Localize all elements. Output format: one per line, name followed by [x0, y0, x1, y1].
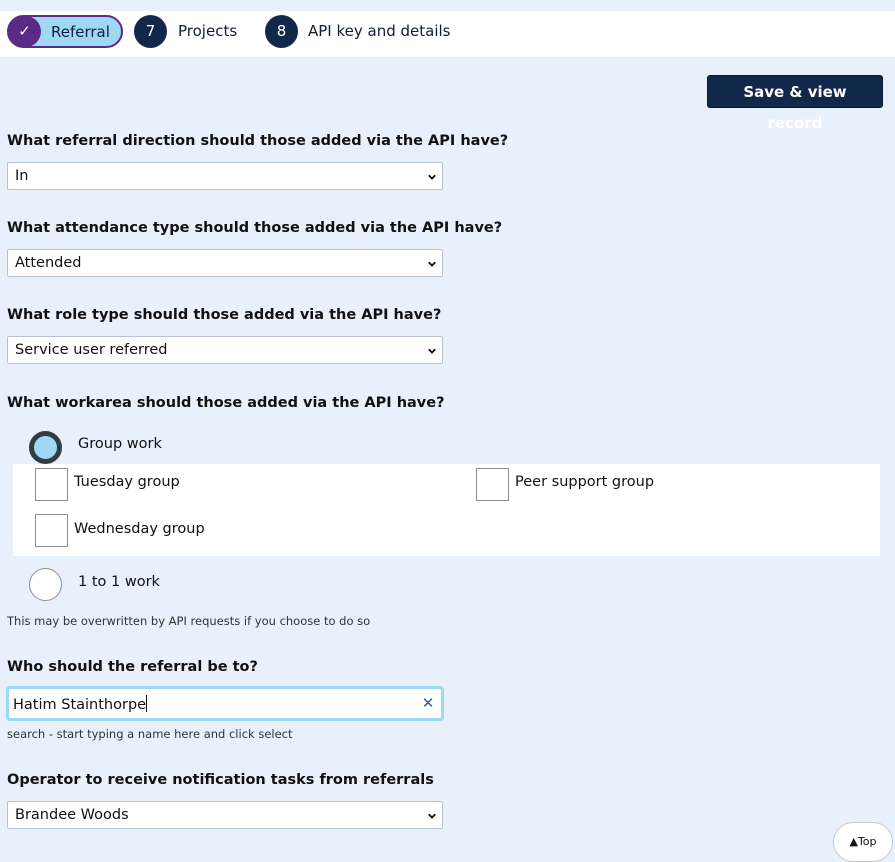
step-api-key-label[interactable]: API key and details: [308, 22, 451, 40]
checkbox-peer-support-group[interactable]: [476, 468, 509, 501]
chevron-down-icon: [428, 261, 436, 267]
operator-select[interactable]: Brandee Woods: [7, 801, 443, 829]
role-type-question: What role type should those added via th…: [7, 307, 442, 323]
role-type-value: Service user referred: [15, 342, 168, 358]
referral-direction-value: In: [15, 168, 29, 184]
workarea-question: What workarea should those added via the…: [7, 395, 445, 411]
chevron-down-icon: [428, 174, 436, 180]
close-icon[interactable]: ✕: [419, 693, 437, 713]
chevron-down-icon: [428, 348, 436, 354]
attendance-type-value: Attended: [15, 255, 82, 271]
step-referral-label: Referral: [51, 23, 110, 41]
referral-to-hint: search - start typing a name here and cl…: [7, 727, 293, 741]
group-work-subgroups: Tuesday group Peer support group Wednesd…: [13, 464, 880, 556]
workarea-hint: This may be overwritten by API requests …: [7, 614, 371, 628]
referral-to-search-input[interactable]: Hatim Stainthorpe ✕: [6, 686, 444, 721]
checkbox-peer-support-group-label[interactable]: Peer support group: [515, 474, 654, 490]
radio-group-work-label[interactable]: Group work: [78, 436, 162, 452]
referral-direction-question: What referral direction should those add…: [7, 133, 509, 149]
text-cursor: [146, 695, 148, 712]
operator-question: Operator to receive notification tasks f…: [7, 772, 434, 788]
scroll-top-button[interactable]: ▲Top: [833, 822, 893, 862]
referral-to-value: Hatim Stainthorpe: [13, 697, 147, 713]
checkbox-wednesday-group-label[interactable]: Wednesday group: [74, 521, 205, 537]
radio-one-to-one-work[interactable]: [29, 568, 62, 601]
step-api-key-number[interactable]: 8: [265, 15, 298, 48]
save-view-record-button[interactable]: Save & view record: [707, 75, 883, 132]
attendance-type-question: What attendance type should those added …: [7, 220, 503, 236]
operator-value: Brandee Woods: [15, 807, 129, 823]
step-projects-label[interactable]: Projects: [178, 22, 237, 40]
checkbox-wednesday-group[interactable]: [35, 514, 68, 547]
radio-group-work[interactable]: [29, 431, 62, 464]
step-projects-number[interactable]: 7: [134, 15, 167, 48]
step-referral[interactable]: ✓ Referral: [7, 15, 123, 48]
progress-stepper: ✓ Referral 7 Projects 8 API key and deta…: [0, 11, 895, 57]
check-icon: ✓: [8, 16, 41, 47]
role-type-select[interactable]: Service user referred: [7, 336, 443, 364]
checkbox-tuesday-group-label[interactable]: Tuesday group: [74, 474, 180, 490]
referral-to-question: Who should the referral be to?: [7, 659, 258, 675]
attendance-type-select[interactable]: Attended: [7, 249, 443, 277]
checkbox-tuesday-group[interactable]: [35, 468, 68, 501]
chevron-down-icon: [428, 813, 436, 819]
radio-one-to-one-work-label[interactable]: 1 to 1 work: [78, 574, 160, 590]
referral-direction-select[interactable]: In: [7, 162, 443, 190]
